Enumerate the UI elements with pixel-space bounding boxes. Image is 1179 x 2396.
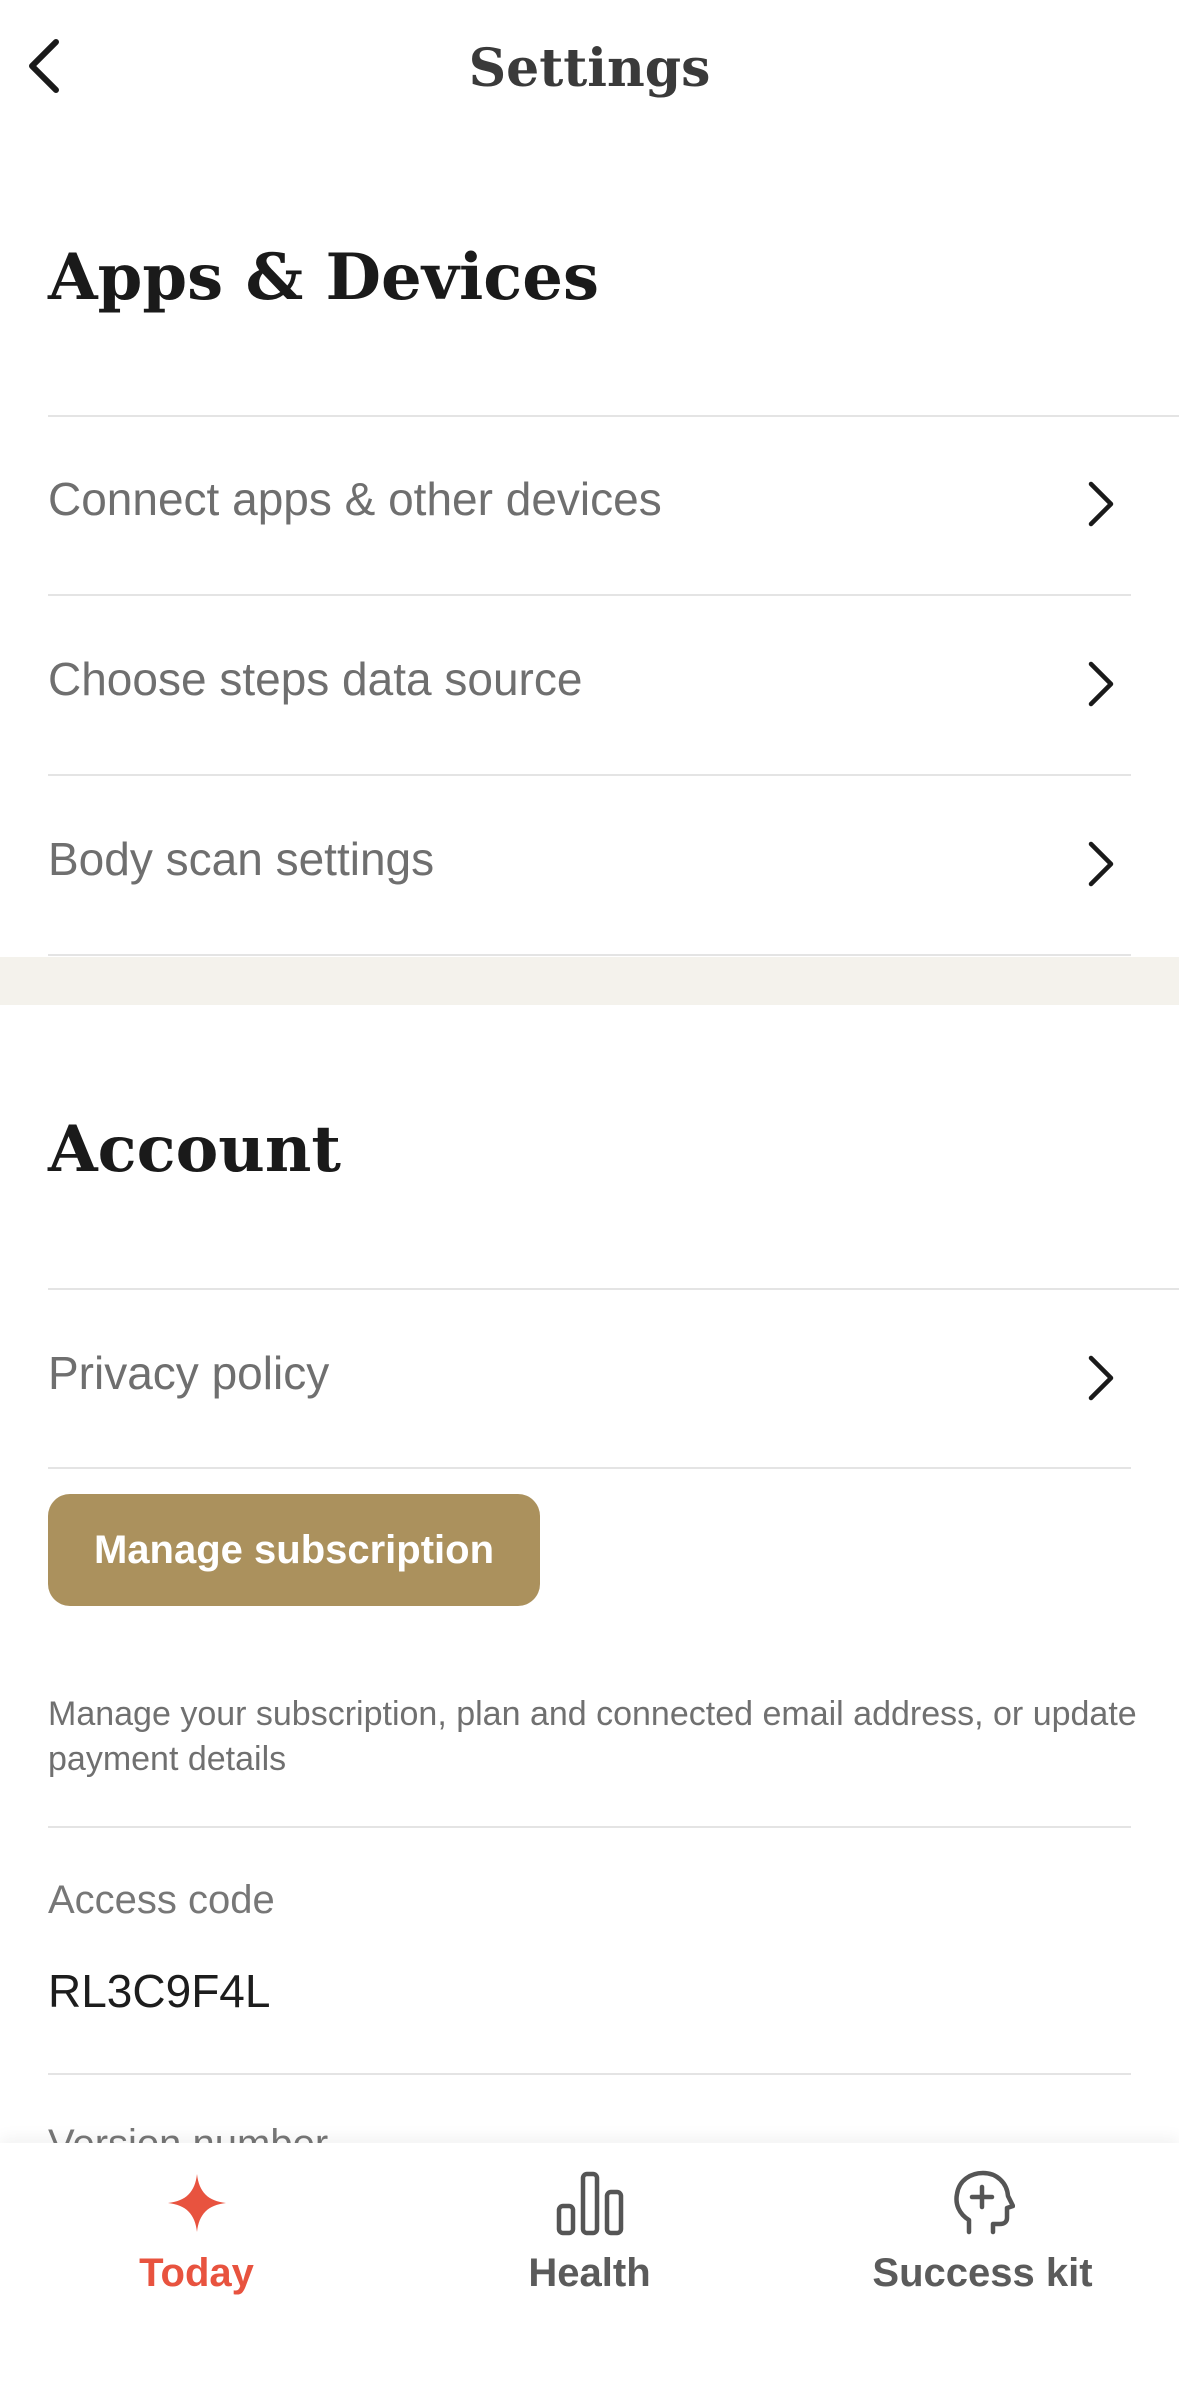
chevron-right-icon [1081,834,1121,894]
body-scan-settings-row[interactable]: Body scan settings [48,776,1131,952]
divider [48,1826,1131,1828]
tab-health[interactable]: Health [393,2163,786,2313]
sparkle-icon [157,2163,237,2243]
bottom-tab-bar: Today Health Success kit [0,2143,1179,2396]
body-scan-settings-label: Body scan settings [48,833,435,885]
divider [48,1467,1131,1469]
access-code-value: RL3C9F4L [48,1965,271,2017]
head-plus-icon [943,2163,1023,2243]
top-bar: Settings [0,0,1179,140]
divider [48,954,1131,956]
tab-success-kit-label: Success kit [872,2251,1093,2295]
section-separator [0,957,1179,1005]
privacy-policy-row[interactable]: Privacy policy [48,1290,1131,1466]
steps-data-source-label: Choose steps data source [48,653,583,705]
connect-apps-label: Connect apps & other devices [48,473,662,525]
page-title: Settings [468,38,711,99]
tab-today[interactable]: Today [0,2163,393,2313]
access-code-label: Access code [48,1878,275,1922]
manage-subscription-button[interactable]: Manage subscription [48,1494,540,1606]
connect-apps-row[interactable]: Connect apps & other devices [48,416,1131,592]
privacy-policy-label: Privacy policy [48,1347,330,1399]
steps-data-source-row[interactable]: Choose steps data source [48,596,1131,772]
tab-success-kit[interactable]: Success kit [786,2163,1179,2313]
bar-chart-icon [550,2163,630,2243]
manage-subscription-description: Manage your subscription, plan and conne… [48,1695,1137,1778]
tab-health-label: Health [528,2251,651,2295]
tab-today-label: Today [139,2251,254,2295]
apps-devices-heading: Apps & Devices [48,240,599,315]
chevron-right-icon [1081,654,1121,714]
chevron-right-icon [1081,1348,1121,1408]
chevron-right-icon [1081,474,1121,534]
divider [48,2073,1131,2075]
account-heading: Account [48,1112,341,1187]
